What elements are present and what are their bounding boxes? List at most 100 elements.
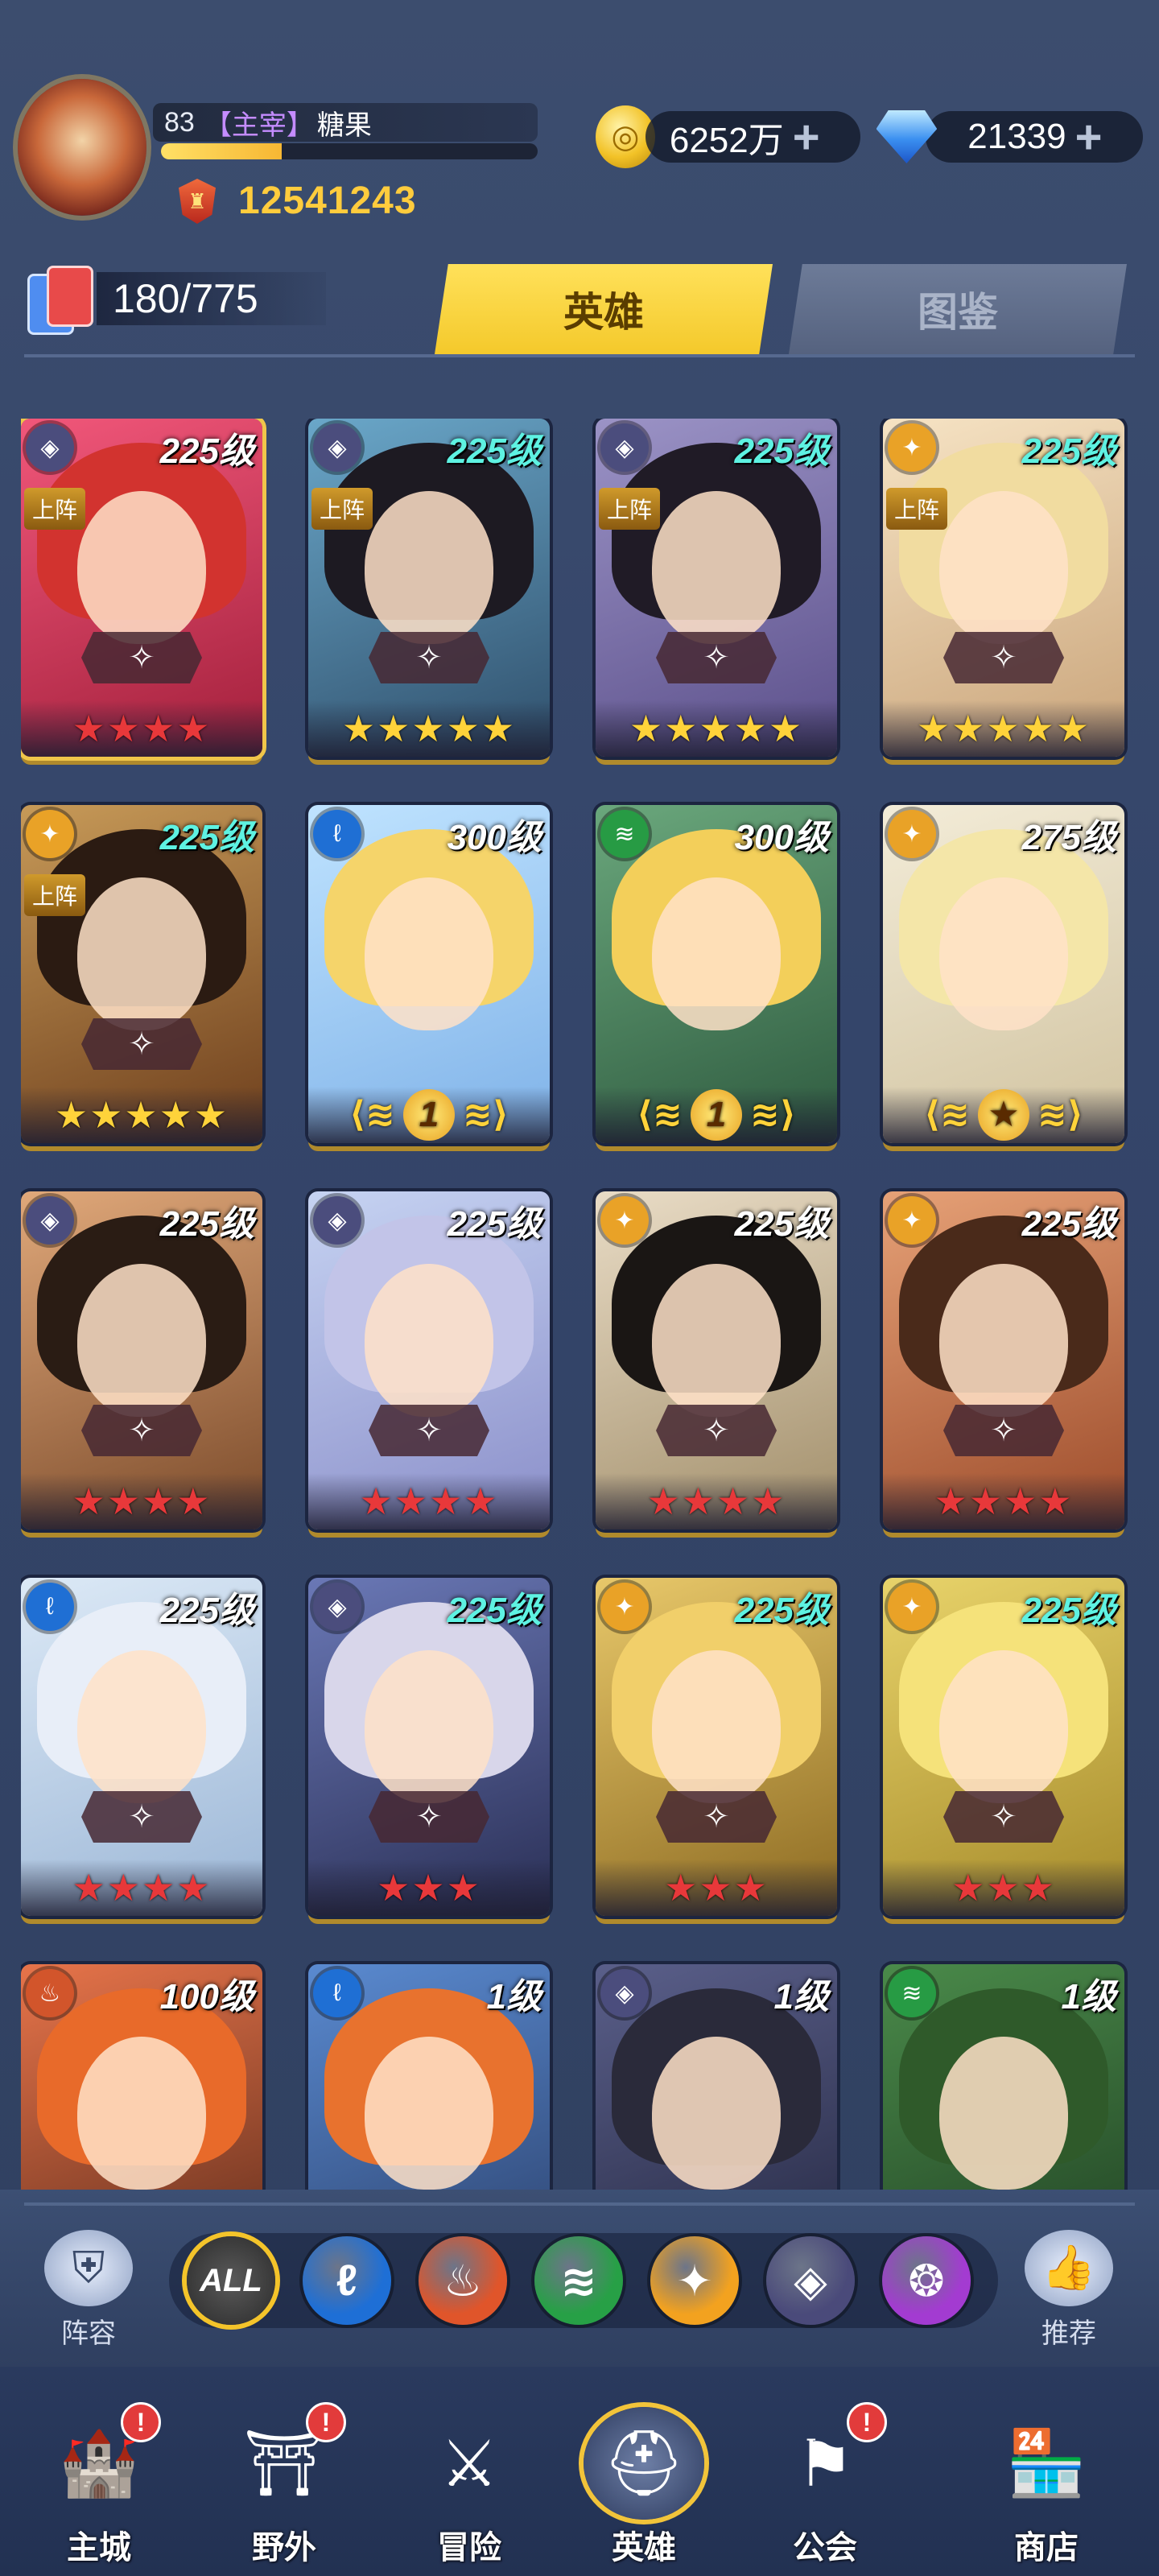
hero-level: 275级 — [1021, 818, 1116, 857]
nav-shop[interactable]: 🏪 商店 — [970, 2407, 1123, 2568]
hero-card[interactable]: ✦ 225级 ✧ ★★★★ — [596, 1191, 837, 1530]
hero-rank-bar: ★★★★ — [308, 1473, 550, 1530]
tab-codex[interactable]: 图鉴 — [789, 264, 1127, 354]
deployed-badge: 上阵 — [311, 488, 373, 530]
helmet-icon: ⛑ — [584, 2407, 704, 2520]
player-avatar[interactable] — [18, 79, 146, 216]
hero-card[interactable]: ✦ 225级 上阵 ✧ ★★★★★ — [21, 805, 262, 1143]
rank-emblem-icon: ✧ — [81, 632, 202, 683]
tab-heroes[interactable]: 英雄 — [435, 264, 773, 354]
hero-card[interactable]: ℓ 300级 ⟨≋ 1 ≋⟩ — [308, 805, 550, 1143]
hero-rank-bar: ★★★★★ — [883, 700, 1124, 757]
star-rating: ★★★★★ — [916, 708, 1091, 749]
hero-rank-bar: ★★★★★ — [596, 700, 837, 757]
hero-level: 1级 — [486, 1977, 542, 2017]
filter-dark-button[interactable]: ◈ — [766, 2236, 855, 2325]
star-rating: ★★★ — [951, 1867, 1056, 1909]
hero-card[interactable]: ✦ 225级 ✧ ★★★ — [596, 1578, 837, 1916]
light-element-icon: ✦ — [600, 1196, 649, 1245]
light-element-icon: ✦ — [600, 1583, 649, 1631]
diamond-icon — [876, 110, 938, 163]
nav-sword[interactable]: ⚔ 冒险 — [393, 2407, 546, 2568]
awaken-wings-icon: ⟨≋ 1 ≋⟩ — [637, 1089, 796, 1141]
hero-rank-bar: ★★★★ — [21, 1473, 262, 1530]
notification-badge: ! — [847, 2402, 887, 2442]
hero-card[interactable]: ≋ 300级 ⟨≋ 1 ≋⟩ — [596, 805, 837, 1143]
nav-portal[interactable]: ⛩ 野外! — [208, 2402, 361, 2568]
hero-level: 225级 — [734, 431, 829, 471]
hero-level: 225级 — [447, 431, 542, 471]
player-level: 83 — [164, 106, 195, 138]
hero-grid: ◈ 225级 上阵 ✧ ★★★★ ◈ 225级 上阵 ✧ ★★★★★ ◈ 225级 上阵 ✧ ★★★★★ ✦ 2… — [21, 419, 1140, 2190]
hero-level: 225级 — [447, 1204, 542, 1244]
hero-level: 225级 — [734, 1204, 829, 1244]
gem-amount: 21339 — [967, 117, 1066, 156]
nav-castle[interactable]: 🏰 主城! — [23, 2402, 175, 2568]
deployed-badge: 上阵 — [24, 488, 85, 530]
add-gems-button[interactable]: + — [1066, 111, 1112, 163]
hero-face — [365, 1650, 493, 1803]
hero-face — [365, 877, 493, 1030]
hero-card[interactable]: ◈ 225级 ✧ ★★★★ — [21, 1191, 262, 1530]
rank-emblem-icon: ✧ — [369, 632, 489, 683]
star-rating: ★★★★★ — [341, 708, 517, 749]
hero-card[interactable]: ◈ 225级 ✧ ★★★★ — [308, 1191, 550, 1530]
hero-rank-bar: ★★★ — [596, 1860, 837, 1916]
nav-label: 商店 — [1014, 2530, 1079, 2566]
hero-card[interactable]: ✦ 225级 ✧ ★★★★ — [883, 1191, 1124, 1530]
hero-card[interactable]: ♨ 100级 — [21, 1964, 262, 2190]
shield-icon: ⛨ — [44, 2230, 133, 2306]
hero-rank-bar: ★★★★★ — [21, 1087, 262, 1143]
awaken-wings-icon: ⟨≋ 1 ≋⟩ — [349, 1089, 509, 1141]
hero-rank-bar: ★★★★ — [883, 1473, 1124, 1530]
hero-card[interactable]: ✦ 275级 ⟨≋ ★ ≋⟩ — [883, 805, 1124, 1143]
hero-level: 300级 — [447, 818, 542, 857]
filter-water-button[interactable]: ℓ — [303, 2236, 391, 2325]
add-gold-button[interactable]: + — [784, 111, 829, 163]
hero-face — [77, 1264, 206, 1417]
filter-void-button[interactable]: ❂ — [882, 2236, 971, 2325]
hero-level: 1级 — [773, 1977, 829, 2017]
hero-face — [652, 2037, 781, 2190]
hero-card[interactable]: ℓ 225级 ✧ ★★★★ — [21, 1578, 262, 1916]
water-element-icon: ℓ — [313, 810, 361, 858]
dark-element-icon: ◈ — [313, 1196, 361, 1245]
hero-card[interactable]: ≋ 1级 — [883, 1964, 1124, 2190]
hero-card[interactable]: ℓ 1级 — [308, 1964, 550, 2190]
hero-card[interactable]: ◈ 225级上阵 ✧ ★★★★★ — [308, 419, 550, 757]
hero-face — [365, 1264, 493, 1417]
filter-light-button[interactable]: ✦ — [650, 2236, 739, 2325]
hero-rank-bar: ★★★ — [308, 1860, 550, 1916]
rank-emblem-icon: ✧ — [81, 1405, 202, 1456]
filter-fire-button[interactable]: ♨ — [419, 2236, 507, 2325]
sword-icon: ⚔ — [440, 2427, 498, 2500]
nav-banner[interactable]: ⚑ 公会! — [749, 2402, 901, 2568]
hero-rank-bar: ⟨≋ 1 ≋⟩ — [596, 1087, 837, 1143]
nav-label: 公会 — [793, 2530, 857, 2566]
nav-helmet[interactable]: ⛑ 英雄 — [567, 2407, 720, 2568]
dark-element-icon: ◈ — [313, 423, 361, 472]
player-role: 【主宰】 — [204, 109, 314, 141]
deployed-badge: 上阵 — [24, 874, 85, 916]
player-name: 糖果 — [316, 109, 372, 141]
hero-rank-bar: ★★★★★ — [308, 700, 550, 757]
hero-level: 100级 — [159, 1977, 254, 2017]
lineup-button[interactable]: ⛨ 阵容 — [40, 2230, 137, 2351]
rank-emblem-icon: ✧ — [81, 1791, 202, 1843]
rank-emblem-icon: ✧ — [369, 1791, 489, 1843]
hero-card[interactable]: ◈ 225级 上阵 ✧ ★★★★ — [21, 419, 262, 757]
filter-wind-button[interactable]: ≋ — [534, 2236, 623, 2325]
hero-card[interactable]: ✦ 225级 上阵 ✧ ★★★★★ — [883, 419, 1124, 757]
hero-card[interactable]: ✦ 225级 ✧ ★★★ — [883, 1578, 1124, 1916]
hero-face — [77, 2037, 206, 2190]
hero-card[interactable]: ◈ 225级 上阵 ✧ ★★★★★ — [596, 419, 837, 757]
hero-card[interactable]: ◈ 225级 ✧ ★★★ — [308, 1578, 550, 1916]
recommend-button[interactable]: 👍 推荐 — [1021, 2230, 1117, 2351]
nav-label: 英雄 — [612, 2530, 676, 2566]
player-info[interactable]: 83 【主宰】 糖果 — [153, 103, 538, 142]
divider — [24, 2202, 1135, 2206]
hero-card[interactable]: ◈ 1级 — [596, 1964, 837, 2190]
hero-level: 225级 — [1021, 431, 1116, 471]
filter-all-button[interactable]: ALL — [187, 2236, 275, 2325]
star-rating: ★★★★ — [359, 1480, 499, 1522]
